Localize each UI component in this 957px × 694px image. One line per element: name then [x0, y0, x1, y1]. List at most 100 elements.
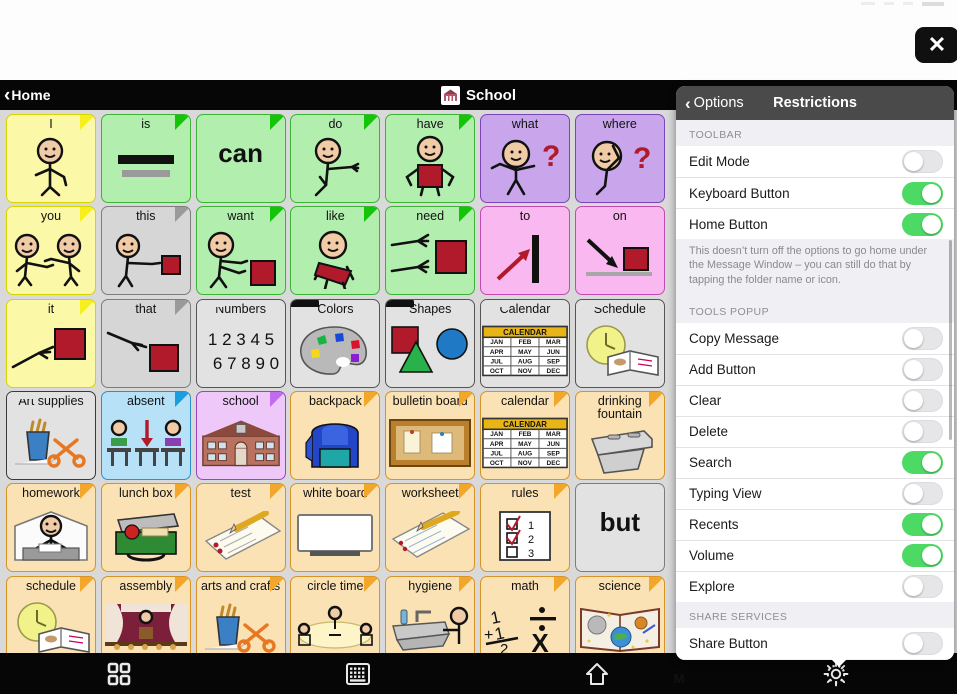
toggle-switch[interactable]: [902, 212, 943, 236]
grid-cell-worksheet[interactable]: worksheet: [385, 483, 476, 573]
grid-cell-i[interactable]: I: [6, 114, 96, 203]
setting-row-share-button[interactable]: Share Button: [676, 627, 954, 659]
setting-row-delete[interactable]: Delete: [676, 415, 954, 447]
toggle-knob: [904, 152, 923, 171]
grid-cell-schedule[interactable]: Schedule: [574, 298, 665, 388]
grid-cell-test[interactable]: test: [195, 483, 286, 573]
setting-row-copy-message[interactable]: Copy Message: [676, 322, 954, 354]
toggle-switch[interactable]: [902, 575, 943, 599]
close-button[interactable]: ✕: [915, 27, 957, 63]
grid-cell-shapes[interactable]: Shapes: [385, 298, 476, 388]
grid-cell-is[interactable]: is: [100, 114, 191, 203]
grid-cell-numbers[interactable]: Numbers 1 2 3 4 56 7 8 9 0: [195, 298, 286, 388]
toggle-switch[interactable]: [902, 358, 943, 382]
grid-cell-colors[interactable]: Colors: [290, 298, 381, 388]
toggle-switch[interactable]: [902, 544, 943, 568]
setting-row-add-button[interactable]: Add Button: [676, 353, 954, 385]
toggle-switch[interactable]: [902, 181, 943, 205]
grid-cell-need[interactable]: need: [385, 206, 476, 296]
cell-corner-marker: [174, 391, 190, 407]
grid-cell-backpack[interactable]: backpack: [290, 390, 381, 480]
svg-text:JAN: JAN: [490, 431, 503, 438]
grid-cell-assembly[interactable]: assembly: [100, 575, 191, 665]
grid-cell-lunch-box[interactable]: lunch box: [100, 483, 191, 573]
setting-row-explore[interactable]: Explore: [676, 570, 954, 602]
grid-cell-drinking-fountain[interactable]: drinking fountain: [574, 390, 665, 480]
grid-cell-where[interactable]: where?: [574, 114, 665, 203]
toggle-switch[interactable]: [902, 513, 943, 537]
svg-text:APR: APR: [490, 441, 504, 448]
svg-text:?: ?: [542, 140, 560, 173]
grid-cell-calendar[interactable]: Calendar CALENDAR JAN FEB MAR APR MAY JUN JUL AUG…: [480, 298, 570, 388]
grid-cell-absent[interactable]: absent: [100, 390, 191, 480]
setting-row-keyboard-button[interactable]: Keyboard Button: [676, 177, 954, 208]
popover-back-button[interactable]: ‹ Options: [685, 95, 744, 112]
setting-row-edit-mode[interactable]: Edit Mode: [676, 146, 954, 177]
toggle-switch[interactable]: [902, 420, 943, 444]
cell-artwork-calendar-months-table: CALENDAR JAN FEB MAR APR MAY JUN JUL AUG SEP OCT NO…: [481, 408, 569, 479]
toggle-switch[interactable]: [902, 326, 943, 350]
grid-cell-on[interactable]: on: [574, 206, 665, 296]
grid-cell-math[interactable]: math 1 +1 2 X: [480, 575, 570, 665]
grid-cell-like[interactable]: like: [290, 206, 381, 296]
grid-cell-rules[interactable]: rules 1 2 3: [480, 483, 570, 573]
cell-artwork-person-pointing-box: [102, 223, 190, 294]
grid-cell-circle-time[interactable]: circle time: [290, 575, 381, 665]
cell-corner-marker: [174, 115, 190, 130]
setting-row-clear[interactable]: Clear: [676, 384, 954, 416]
cell-artwork-stage-assembly: [102, 592, 190, 663]
toggle-knob: [904, 633, 923, 653]
svg-text:SEP: SEP: [547, 358, 561, 365]
toggle-switch[interactable]: [902, 631, 943, 655]
setting-row-recents[interactable]: Recents: [676, 508, 954, 540]
grid-cell-calendar[interactable]: calendar CALENDAR JAN FEB MAR APR MAY JUN JUL AUG…: [480, 390, 570, 480]
cell-artwork-science-book-planets: [576, 592, 664, 663]
toggle-switch[interactable]: [902, 451, 943, 475]
svg-text:FEB: FEB: [519, 339, 532, 346]
grid-cell-you[interactable]: you: [6, 206, 96, 296]
home-back-button[interactable]: ‹ Home: [4, 86, 51, 105]
grid-cell-it[interactable]: it: [6, 298, 96, 388]
grid-cell-can[interactable]: can: [195, 114, 286, 203]
grid-cell-but[interactable]: but: [574, 483, 665, 573]
grid-cell-that[interactable]: that: [100, 298, 191, 388]
grid-cell-art-supplies[interactable]: Art supplies: [6, 390, 96, 480]
cell-artwork-clock-and-book: [7, 592, 95, 663]
svg-text:MAR: MAR: [546, 339, 561, 346]
setting-row-search[interactable]: Search: [676, 446, 954, 478]
grid-cell-m[interactable]: M: [669, 667, 760, 694]
grid-cell-hygiene[interactable]: hygiene: [385, 575, 476, 665]
grid-cell-school[interactable]: school: [195, 390, 286, 480]
grid-cell-this[interactable]: this: [100, 206, 191, 296]
grid-cell-bulletin-board[interactable]: bulletin board: [385, 390, 476, 480]
svg-text:MAY: MAY: [518, 441, 532, 448]
toggle-switch[interactable]: [902, 150, 943, 173]
grid-cell-have[interactable]: have: [385, 114, 476, 203]
cell-artwork-school-building: [197, 408, 285, 479]
toggle-knob: [904, 577, 923, 597]
popover-scrollbar[interactable]: [949, 240, 952, 440]
cell-artwork-two-people-pointing: [7, 223, 95, 294]
grid-cell-science[interactable]: science: [574, 575, 665, 665]
svg-text:MAR: MAR: [546, 431, 561, 438]
setting-row-home-button[interactable]: Home Button: [676, 208, 954, 239]
setting-row-volume[interactable]: Volume: [676, 539, 954, 571]
popover-body[interactable]: TOOLBAR Edit Mode Keyboard Button Home Butt…: [676, 120, 954, 660]
toggle-switch[interactable]: [902, 482, 943, 506]
grid-cell-schedule[interactable]: schedule: [6, 575, 96, 665]
setting-row-typing-view[interactable]: Typing View: [676, 477, 954, 509]
grid-cell-to[interactable]: to: [480, 206, 570, 296]
cell-label: to: [519, 209, 531, 224]
toggle-knob: [922, 546, 941, 566]
svg-text:1: 1: [528, 520, 534, 532]
grid-cell-want[interactable]: want: [195, 206, 286, 296]
grid-cell-white-board[interactable]: white board: [290, 483, 381, 573]
grid-cell-what[interactable]: what?: [480, 114, 570, 203]
grid-cell-homework[interactable]: homework: [6, 483, 96, 573]
svg-text:DEC: DEC: [547, 460, 561, 467]
grid-cell-do[interactable]: do: [290, 114, 381, 203]
grid-cell-arts-and-crafts[interactable]: arts and crafts: [195, 575, 286, 665]
cell-corner-marker: [174, 576, 190, 592]
toggle-knob: [922, 515, 941, 535]
toggle-switch[interactable]: [902, 389, 943, 413]
